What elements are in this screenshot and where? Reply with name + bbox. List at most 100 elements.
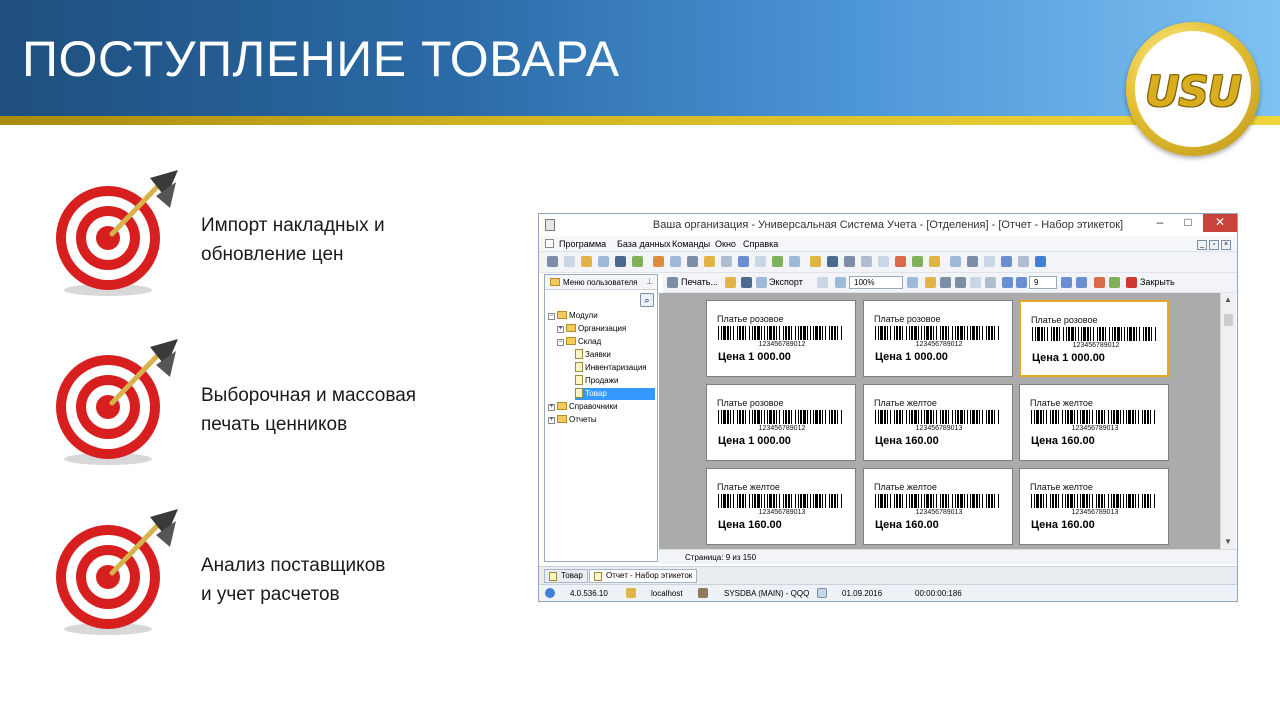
- database-icon: [626, 588, 636, 598]
- price-label[interactable]: Платье розовое 123456789012 Цена 1 000.00: [706, 300, 856, 377]
- page-number-input[interactable]: 9: [1029, 276, 1057, 289]
- price-label[interactable]: Платье розовое 123456789012 Цена 1 000.00: [1019, 300, 1169, 377]
- collapse-icon[interactable]: −: [548, 313, 555, 320]
- label-product-name: Платье розовое: [717, 398, 784, 408]
- menu-item-database[interactable]: База данных: [617, 239, 671, 249]
- maximize-button[interactable]: □: [1174, 214, 1202, 232]
- toolbar-icon[interactable]: [950, 256, 961, 267]
- expand-icon[interactable]: +: [557, 326, 564, 333]
- toolbar-icon[interactable]: [704, 256, 715, 267]
- pin-icon[interactable]: ⊥: [646, 277, 653, 286]
- tree-item-requests[interactable]: Заявки: [575, 349, 611, 361]
- expand-icon[interactable]: +: [548, 417, 555, 424]
- folder-icon: [557, 415, 567, 423]
- settings-icon[interactable]: [985, 277, 996, 288]
- single-page-icon[interactable]: [940, 277, 951, 288]
- tree-item-reports[interactable]: + Отчеты: [548, 414, 597, 426]
- toolbar-icon[interactable]: [827, 256, 838, 267]
- toolbar-icon[interactable]: [670, 256, 681, 267]
- toolbar-icon[interactable]: [789, 256, 800, 267]
- toolbar-icon[interactable]: [844, 256, 855, 267]
- page-setup-icon[interactable]: [817, 277, 828, 288]
- toolbar-icon[interactable]: [984, 256, 995, 267]
- tab-goods[interactable]: Товар: [544, 569, 588, 583]
- expand-icon[interactable]: +: [548, 404, 555, 411]
- print-button[interactable]: Печать...: [681, 277, 718, 287]
- zoom-icon[interactable]: [835, 277, 846, 288]
- search-icon[interactable]: ⌕: [640, 293, 654, 307]
- tree-item-modules[interactable]: − Модули: [548, 310, 598, 322]
- toolbar-icon[interactable]: [929, 256, 940, 267]
- tree-item-inventory[interactable]: Инвентаризация: [575, 362, 647, 374]
- price-label[interactable]: Платье желтое 123456789013 Цена 160.00: [863, 384, 1013, 461]
- toolbar-icon[interactable]: [861, 256, 872, 267]
- price-label[interactable]: Платье желтое 123456789013 Цена 160.00: [706, 468, 856, 545]
- mdi-restore-icon[interactable]: ▫: [1209, 240, 1219, 250]
- scroll-up-icon[interactable]: ▲: [1224, 295, 1232, 304]
- mdi-close-icon[interactable]: ×: [1221, 240, 1231, 250]
- toolbar-icon[interactable]: [632, 256, 643, 267]
- toolbar-icon[interactable]: [615, 256, 626, 267]
- zoom-select[interactable]: 100%: [849, 276, 903, 289]
- stop-icon[interactable]: [1094, 277, 1105, 288]
- toolbar-icon[interactable]: [738, 256, 749, 267]
- toolbar-icon[interactable]: [1035, 256, 1046, 267]
- multi-page-icon[interactable]: [955, 277, 966, 288]
- find-icon[interactable]: [925, 277, 936, 288]
- save-icon[interactable]: [741, 277, 752, 288]
- edit-icon[interactable]: [970, 277, 981, 288]
- tree-item-goods[interactable]: Товар: [575, 388, 655, 400]
- mdi-minimize-icon[interactable]: _: [1197, 240, 1207, 250]
- open-icon[interactable]: [725, 277, 736, 288]
- tree-item-warehouse[interactable]: − Склад: [557, 336, 601, 348]
- toolbar-icon[interactable]: [598, 256, 609, 267]
- close-report-button[interactable]: Закрыть: [1140, 277, 1175, 287]
- toolbar-icon[interactable]: [895, 256, 906, 267]
- menu-item-help[interactable]: Справка: [743, 239, 778, 249]
- export-button[interactable]: Экспорт: [769, 277, 803, 287]
- document-tabs: Товар Отчет - Набор этикеток: [539, 566, 1237, 584]
- vertical-scrollbar[interactable]: ▲ ▼: [1220, 293, 1236, 549]
- tree-item-references[interactable]: + Справочники: [548, 401, 617, 413]
- scroll-down-icon[interactable]: ▼: [1224, 537, 1232, 546]
- toolbar-icon[interactable]: [772, 256, 783, 267]
- first-page-icon[interactable]: [1002, 277, 1013, 288]
- price-label[interactable]: Платье желтое 123456789013 Цена 160.00: [863, 468, 1013, 545]
- toolbar-icon[interactable]: [547, 256, 558, 267]
- toolbar-icon[interactable]: [755, 256, 766, 267]
- scroll-thumb[interactable]: [1224, 314, 1233, 326]
- toolbar-icon[interactable]: [687, 256, 698, 267]
- toolbar-icon[interactable]: [1018, 256, 1029, 267]
- tree-item-organization[interactable]: + Организация: [557, 323, 626, 335]
- feature-3-line-1: Анализ поставщиков: [201, 555, 386, 576]
- toolbar-icon[interactable]: [581, 256, 592, 267]
- toolbar-icon[interactable]: [564, 256, 575, 267]
- collapse-icon[interactable]: −: [557, 339, 564, 346]
- close-window-button[interactable]: ✕: [1203, 214, 1237, 232]
- menu-item-program[interactable]: Программа: [559, 239, 606, 249]
- toolbar-icon[interactable]: [810, 256, 821, 267]
- toolbar-icon[interactable]: [878, 256, 889, 267]
- minimize-button[interactable]: –: [1146, 214, 1174, 232]
- price-label[interactable]: Платье желтое 123456789013 Цена 160.00: [1019, 468, 1169, 545]
- toolbar-icon[interactable]: [721, 256, 732, 267]
- print-icon: [667, 277, 678, 288]
- toolbar-icon[interactable]: [653, 256, 664, 267]
- toolbar-icon[interactable]: [912, 256, 923, 267]
- tree-item-sales[interactable]: Продажи: [575, 375, 618, 387]
- barcode-icon: [875, 326, 999, 340]
- tab-label-report[interactable]: Отчет - Набор этикеток: [589, 569, 698, 583]
- menu-item-window[interactable]: Окно: [715, 239, 736, 249]
- price-label[interactable]: Платье розовое 123456789012 Цена 1 000.00: [706, 384, 856, 461]
- last-page-icon[interactable]: [1076, 277, 1087, 288]
- price-label[interactable]: Платье желтое 123456789013 Цена 160.00: [1019, 384, 1169, 461]
- price-label[interactable]: Платье розовое 123456789012 Цена 1 000.00: [863, 300, 1013, 377]
- menu-item-commands[interactable]: Команды: [672, 239, 710, 249]
- zoom-out-icon[interactable]: [907, 277, 918, 288]
- label-product-name: Платье желтое: [874, 482, 937, 492]
- toolbar-icon[interactable]: [1001, 256, 1012, 267]
- toolbar-icon[interactable]: [967, 256, 978, 267]
- refresh-icon[interactable]: [1109, 277, 1120, 288]
- next-page-icon[interactable]: [1061, 277, 1072, 288]
- prev-page-icon[interactable]: [1016, 277, 1027, 288]
